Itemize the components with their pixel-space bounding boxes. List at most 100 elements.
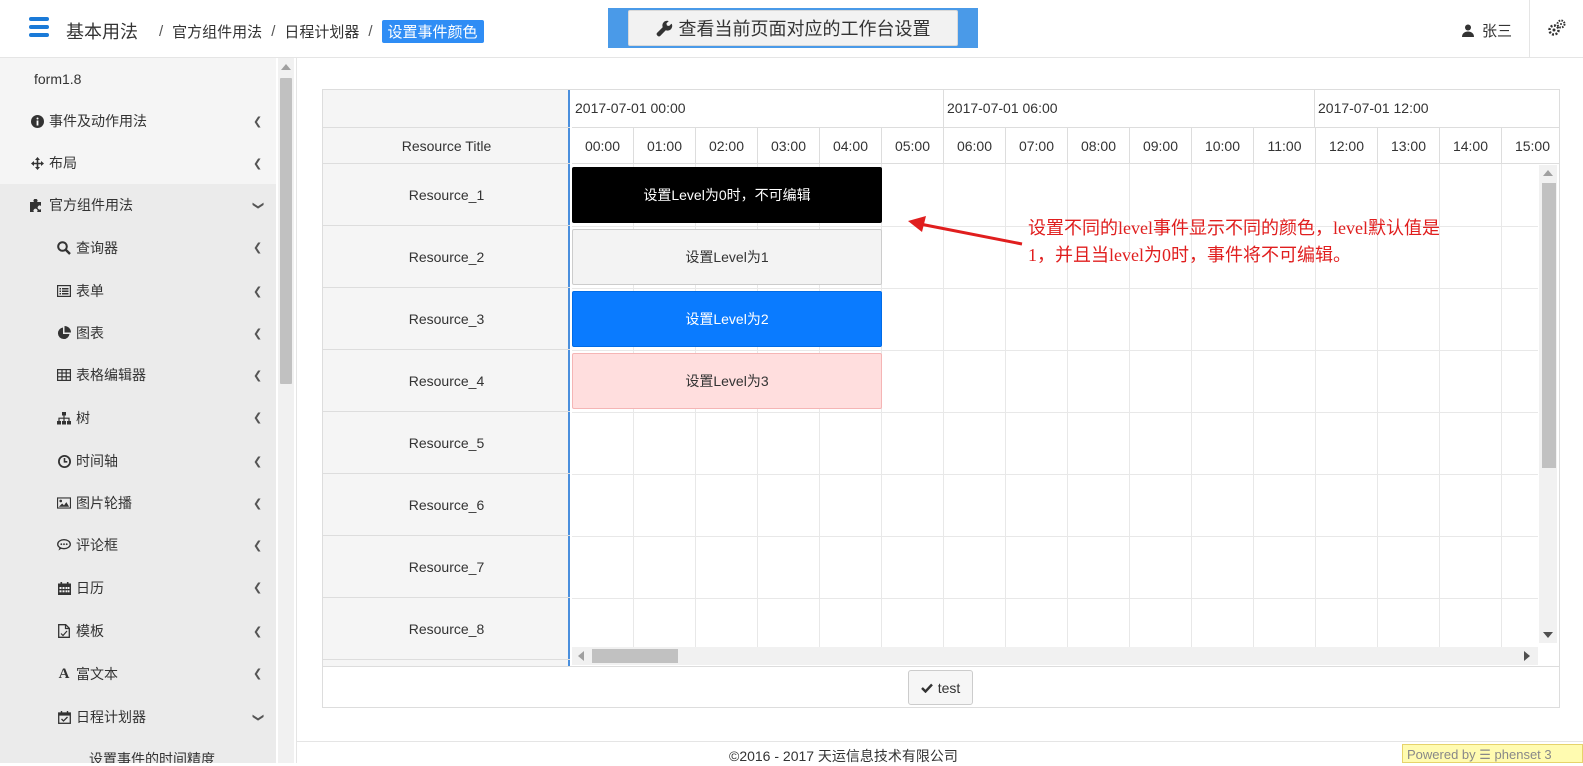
hour-header: 15:00	[1502, 128, 1559, 164]
workspace-settings-label: 查看当前页面对应的工作台设置	[678, 19, 931, 39]
hour-header: 06:00	[944, 128, 1006, 164]
settings-gears-icon[interactable]	[1548, 19, 1566, 42]
chevron-left-icon: ❮	[253, 328, 263, 340]
resource-title-header: Resource Title	[323, 128, 570, 164]
chevron-left-icon: ❮	[253, 116, 263, 128]
chevron-down-icon: ❮	[252, 712, 265, 723]
chevron-left-icon: ❮	[253, 668, 263, 680]
grid-line	[572, 350, 1538, 351]
breadcrumb-item-components[interactable]: 官方组件用法	[172, 21, 262, 42]
font-icon: A	[58, 665, 70, 682]
hour-header: 13:00	[1378, 128, 1440, 164]
breadcrumb-separator: /	[159, 23, 164, 40]
vertical-scroll-thumb[interactable]	[1542, 183, 1556, 468]
resource-row: Resource_5	[323, 412, 570, 474]
hour-header: 03:00	[758, 128, 820, 164]
scroll-right-arrow-icon[interactable]	[1524, 651, 1530, 661]
event-level-1[interactable]: 设置Level为1	[572, 229, 882, 285]
breadcrumb-root[interactable]: 基本用法	[66, 18, 138, 44]
sidebar-item-layout[interactable]: 布局 ❮	[0, 142, 276, 184]
resource-row: Resource_1	[323, 164, 570, 226]
breadcrumb-separator: /	[271, 23, 276, 40]
chevron-left-icon: ❮	[253, 412, 263, 424]
day-header: 2017-07-01 12:00	[1315, 90, 1559, 128]
chevron-left-icon: ❮	[253, 370, 263, 382]
event-level-2[interactable]: 设置Level为2	[572, 291, 882, 347]
timeline-area: 2017-07-01 00:00 2017-07-01 06:00 2017-0…	[572, 90, 1559, 666]
sidebar-item-events[interactable]: 事件及动作用法 ❮	[0, 100, 276, 142]
resource-row: Resource_7	[323, 536, 570, 598]
sidebar-item-template[interactable]: 模板 ❮	[0, 610, 276, 652]
copyright-text: ©2016 - 2017 天运信息技术有限公司	[729, 748, 958, 764]
grid-line	[572, 474, 1538, 475]
chevron-left-icon: ❮	[253, 158, 263, 170]
hour-header: 02:00	[696, 128, 758, 164]
scroll-up-arrow-icon[interactable]	[1543, 170, 1553, 176]
hour-header: 08:00	[1068, 128, 1130, 164]
hour-header: 07:00	[1006, 128, 1068, 164]
grid-line	[1501, 164, 1502, 658]
scroll-left-arrow-icon[interactable]	[578, 651, 584, 661]
sidebar-item-carousel[interactable]: 图片轮播 ❮	[0, 482, 276, 524]
scroll-down-arrow-icon[interactable]	[1543, 632, 1553, 638]
sidebar-item-comment[interactable]: 评论框 ❮	[0, 524, 276, 566]
hour-header: 14:00	[1440, 128, 1502, 164]
test-button[interactable]: test	[908, 670, 973, 705]
comment-icon	[57, 538, 71, 552]
sidebar-item-table-editor[interactable]: 表格编辑器 ❮	[0, 354, 276, 396]
red-arrow-icon	[908, 216, 1023, 246]
sidebar-item-time-precision[interactable]: 设置事件的时间精度	[0, 738, 276, 763]
resource-header-spacer	[323, 90, 570, 128]
sidebar-item-calendar[interactable]: 日历 ❮	[0, 566, 276, 610]
chevron-left-icon: ❮	[253, 242, 263, 254]
breadcrumb: / 官方组件用法 / 日程计划器 / 设置事件颜色	[150, 20, 484, 43]
hour-header: 09:00	[1130, 128, 1192, 164]
sidebar-item-chart[interactable]: 图表 ❮	[0, 312, 276, 354]
sidebar-item-query[interactable]: 查询器 ❮	[0, 226, 276, 270]
chevron-left-icon: ❮	[253, 582, 263, 594]
chevron-left-icon: ❮	[253, 286, 263, 298]
chevron-left-icon: ❮	[253, 626, 263, 638]
chevron-left-icon: ❮	[253, 540, 263, 552]
user-menu[interactable]: 张三	[1462, 20, 1512, 41]
workspace-settings-button[interactable]: 查看当前页面对应的工作台设置	[628, 10, 958, 46]
breadcrumb-item-scheduler[interactable]: 日程计划器	[284, 21, 359, 42]
image-icon	[57, 496, 71, 510]
sidebar-title: form1.8	[34, 71, 82, 87]
hour-header: 11:00	[1254, 128, 1316, 164]
resource-row: Resource_3	[323, 288, 570, 350]
grid-line	[572, 288, 1538, 289]
top-header: 基本用法 / 官方组件用法 / 日程计划器 / 设置事件颜色 查看当前页面对应的…	[0, 0, 1583, 58]
pie-chart-icon	[57, 326, 71, 340]
user-name: 张三	[1482, 23, 1513, 40]
event-level-0[interactable]: 设置Level为0时，不可编辑	[572, 167, 882, 223]
clock-icon	[57, 454, 71, 468]
hamburger-menu-icon[interactable]	[29, 17, 49, 37]
hour-header: 10:00	[1192, 128, 1254, 164]
day-header: 2017-07-01 00:00	[572, 90, 944, 128]
sidebar-item-scheduler[interactable]: 日程计划器 ❮	[0, 696, 276, 738]
scheduler-horizontal-scrollbar[interactable]	[572, 647, 1538, 665]
horizontal-scroll-thumb[interactable]	[592, 649, 678, 663]
sidebar-item-rich-text[interactable]: A 富文本 ❮	[0, 652, 276, 696]
scheduler-vertical-scrollbar[interactable]	[1539, 165, 1557, 643]
scroll-up-arrow-icon[interactable]	[281, 64, 291, 70]
sidebar-item-timeline[interactable]: 时间轴 ❮	[0, 440, 276, 482]
hour-header: 04:00	[820, 128, 882, 164]
wrench-icon	[656, 20, 672, 36]
hour-header: 12:00	[1316, 128, 1378, 164]
search-icon	[57, 241, 71, 255]
sidebar-item-form[interactable]: 表单 ❮	[0, 270, 276, 312]
sidebar-scroll-thumb[interactable]	[280, 78, 292, 384]
sidebar-scrollbar[interactable]	[278, 58, 294, 763]
sidebar-item-official-components[interactable]: 官方组件用法 ❮	[0, 184, 276, 226]
workspace-bar: 查看当前页面对应的工作台设置	[608, 8, 978, 48]
header-divider	[1529, 0, 1530, 58]
chevron-left-icon: ❮	[253, 456, 263, 468]
calendar-icon	[57, 581, 71, 595]
event-level-3[interactable]: 设置Level为3	[572, 353, 882, 409]
powered-by-badge[interactable]: Powered by ☰ phenset 3	[1402, 744, 1583, 763]
grid-line	[572, 598, 1538, 599]
day-header: 2017-07-01 06:00	[944, 90, 1315, 128]
sidebar-item-tree[interactable]: 树 ❮	[0, 396, 276, 440]
